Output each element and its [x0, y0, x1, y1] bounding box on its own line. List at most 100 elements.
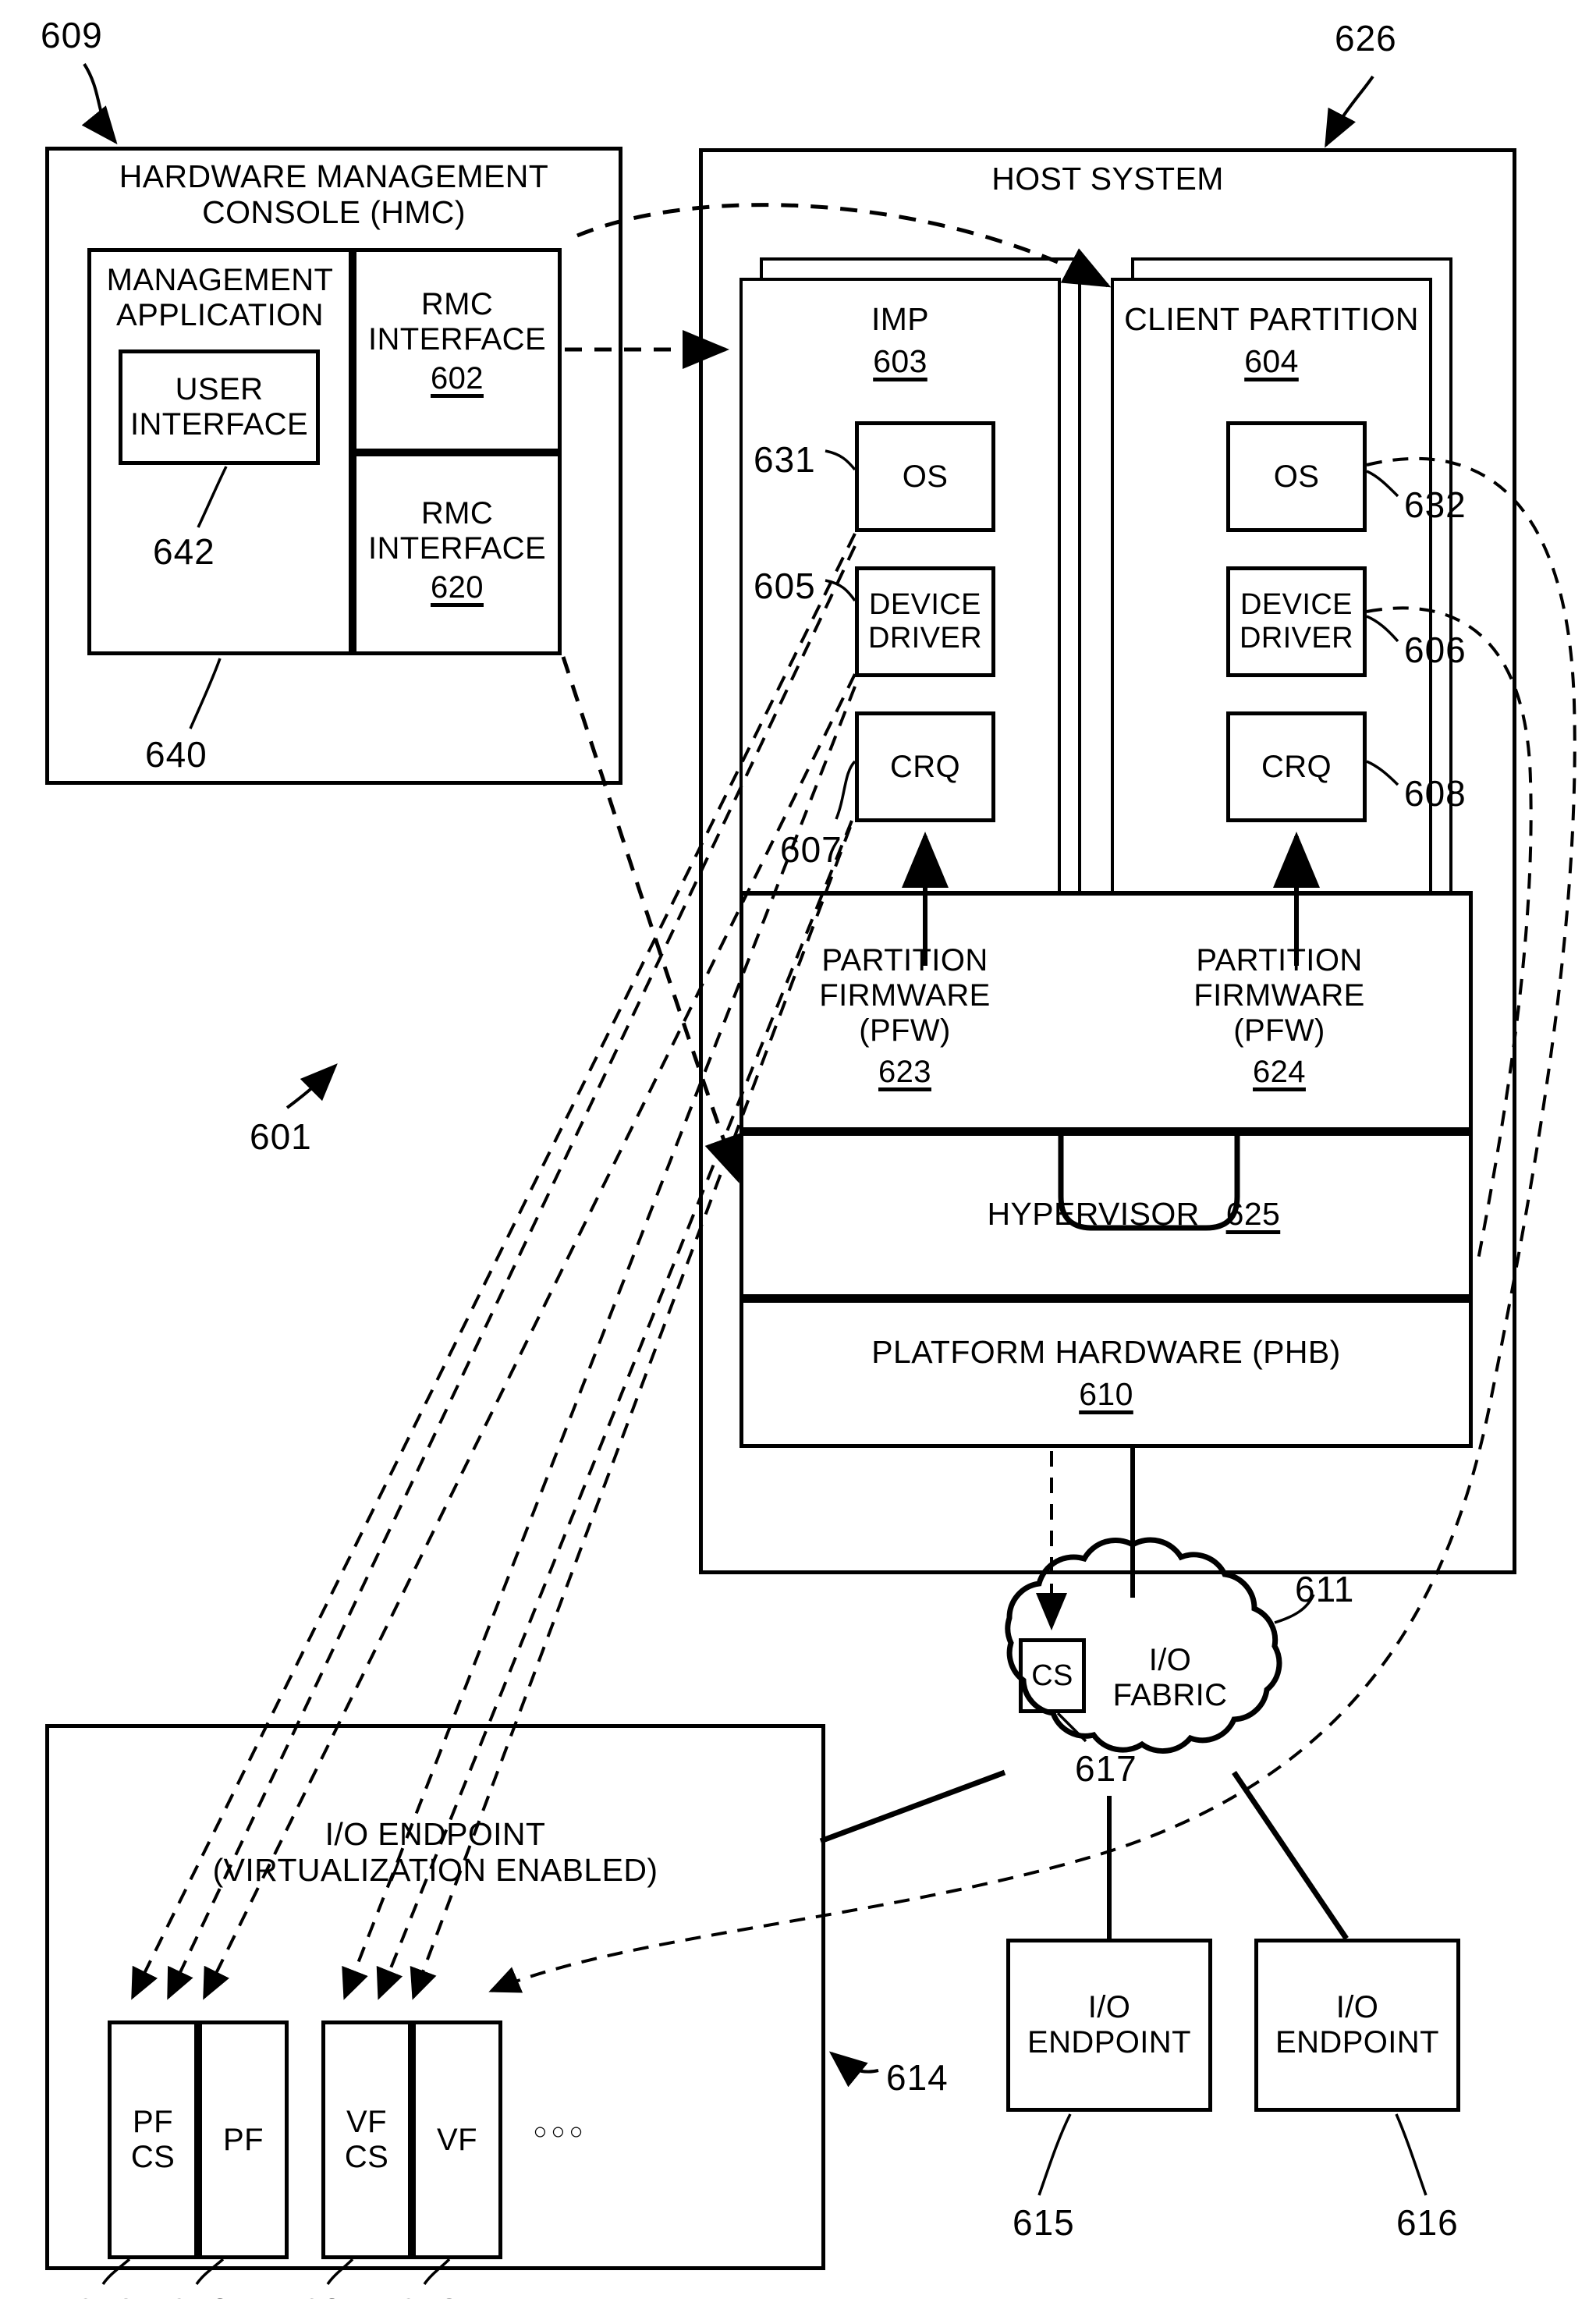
- ref-621: 621: [301, 2290, 364, 2299]
- client-partition-ref: 604: [1244, 343, 1299, 379]
- client-pfw-line1: PARTITION: [1196, 943, 1363, 978]
- vf-cs-line1: VF: [346, 2105, 387, 2140]
- pf-line1: PF: [223, 2122, 264, 2157]
- io-fabric-line2: FABRIC: [1112, 1678, 1228, 1712]
- leader-614: [828, 2051, 879, 2088]
- platform-hardware-label: PLATFORM HARDWARE (PHB) 610: [739, 1307, 1473, 1440]
- io-endpoint-615-label: I/O ENDPOINT: [1006, 1939, 1212, 2112]
- ref-619: 619: [75, 2290, 137, 2299]
- rmc-602-line2: INTERFACE: [367, 321, 547, 357]
- pf-cs-label: PF CS: [108, 2020, 198, 2259]
- vf-label: VF: [412, 2020, 502, 2259]
- client-partition-title-label: CLIENT PARTITION: [1124, 301, 1419, 338]
- platform-hardware-text: PLATFORM HARDWARE (PHB): [871, 1334, 1341, 1371]
- imp-ref: 603: [873, 343, 927, 379]
- io-endpoint-virtualized-title: I/O ENDPOINT (VIRTUALIZATION ENABLED): [45, 1810, 825, 1896]
- ref-611: 611: [1295, 1569, 1355, 1609]
- client-os-label: OS: [1226, 421, 1367, 532]
- vf-line1: VF: [437, 2122, 477, 2157]
- ref-614: 614: [886, 2057, 949, 2098]
- client-crq-label: CRQ: [1226, 711, 1367, 822]
- io-endpoint-616-line2: ENDPOINT: [1275, 2025, 1439, 2060]
- client-device-driver-label: DEVICE DRIVER: [1226, 566, 1367, 677]
- rmc-620-line2: INTERFACE: [367, 530, 547, 566]
- leader-615: [1037, 2113, 1072, 2196]
- imp-pfw-label: PARTITION FIRMWARE (PFW) 623: [749, 911, 1061, 1122]
- management-application-title: MANAGEMENT APPLICATION: [87, 259, 353, 337]
- host-system-title-label: HOST SYSTEM: [991, 161, 1224, 197]
- hmc-title-line1: HARDWARE MANAGEMENT: [119, 158, 549, 195]
- client-os-text: OS: [1273, 459, 1320, 494]
- hypervisor-ref: 625: [1225, 1196, 1281, 1233]
- leader-601: [286, 1063, 338, 1109]
- rmc-602-line1: RMC: [420, 286, 494, 321]
- imp-pfw-line1: PARTITION: [821, 943, 988, 978]
- io-endpoint-virtualized-line2: (VIRTUALIZATION ENABLED): [212, 1852, 658, 1888]
- leader-609: [81, 62, 118, 145]
- vf-cs-label: VF CS: [321, 2020, 412, 2259]
- client-dd-line2: DRIVER: [1240, 622, 1353, 655]
- imp-dd-line2: DRIVER: [868, 622, 982, 655]
- pf-label: PF: [198, 2020, 289, 2259]
- client-pfw-label: PARTITION FIRMWARE (PFW) 624: [1123, 911, 1435, 1122]
- ref-609: 609: [41, 15, 103, 55]
- leader-617: [1056, 1712, 1087, 1743]
- host-system-title: HOST SYSTEM: [699, 159, 1516, 200]
- io-endpoint-616-line1: I/O: [1335, 1990, 1379, 2025]
- client-partition-title: CLIENT PARTITION 604: [1111, 290, 1432, 392]
- imp-crq-label: CRQ: [855, 711, 995, 822]
- imp-title-label: IMP: [871, 301, 930, 338]
- leader-626: [1325, 75, 1374, 148]
- client-pfw-line3: (PFW): [1233, 1013, 1325, 1048]
- ref-608: 608: [1404, 773, 1467, 814]
- io-endpoint-616-label: I/O ENDPOINT: [1254, 1939, 1460, 2112]
- ref-616: 616: [1396, 2202, 1459, 2243]
- io-endpoint-615-line2: ENDPOINT: [1027, 2025, 1191, 2060]
- io-endpoint-615-line1: I/O: [1087, 1990, 1131, 2025]
- hypervisor-label: HYPERVISOR 625: [739, 1131, 1473, 1298]
- imp-pfw-ref: 623: [878, 1054, 931, 1089]
- functions-ellipsis: ○○○: [533, 2119, 587, 2145]
- client-dd-line1: DEVICE: [1240, 588, 1353, 622]
- ref-605: 605: [754, 566, 816, 606]
- ref-617: 617: [1075, 1748, 1137, 1789]
- ref-606: 606: [1404, 630, 1467, 670]
- imp-pfw-line2: FIRMWARE: [819, 978, 991, 1013]
- io-fabric-cs-label: CS: [1019, 1638, 1086, 1713]
- user-interface-label: USER INTERFACE: [119, 349, 320, 465]
- client-pfw-ref: 624: [1253, 1054, 1306, 1089]
- rmc-602-ref: 602: [431, 361, 484, 396]
- imp-partition-title: IMP 603: [739, 290, 1061, 392]
- rmc-interface-620-label: RMC INTERFACE 620: [353, 457, 562, 644]
- imp-device-driver-label: DEVICE DRIVER: [855, 566, 995, 677]
- io-endpoint-virtualized-line1: I/O ENDPOINT: [325, 1816, 546, 1853]
- imp-os-label: OS: [855, 421, 995, 532]
- patent-figure-601: HARDWARE MANAGEMENT CONSOLE (HMC) MANAGE…: [0, 0, 1596, 2299]
- rmc-interface-602-label: RMC INTERFACE 602: [353, 248, 562, 435]
- rmc-620-ref: 620: [431, 570, 484, 605]
- imp-pfw-line3: (PFW): [859, 1013, 951, 1048]
- client-crq-text: CRQ: [1261, 749, 1332, 784]
- pf-cs-line1: PF: [133, 2105, 173, 2140]
- hypervisor-text: HYPERVISOR: [987, 1196, 1200, 1233]
- vf-cs-line2: CS: [344, 2140, 389, 2174]
- imp-crq-text: CRQ: [889, 749, 961, 784]
- fabric-to-virtualized-endpoint-link: [819, 1769, 1006, 1844]
- ref-642: 642: [153, 531, 215, 572]
- fabric-to-endpoint-616-link: [1232, 1771, 1349, 1940]
- ref-601: 601: [250, 1116, 312, 1157]
- imp-dd-line1: DEVICE: [869, 588, 981, 622]
- ref-613: 613: [398, 2290, 460, 2299]
- ref-612: 612: [168, 2290, 231, 2299]
- pf-cs-line2: CS: [130, 2140, 176, 2174]
- io-fabric-label: I/O FABRIC: [1092, 1635, 1248, 1721]
- rmc-620-line1: RMC: [420, 495, 494, 530]
- platform-hardware-ref: 610: [1079, 1376, 1133, 1412]
- hmc-title: HARDWARE MANAGEMENT CONSOLE (HMC): [45, 156, 622, 234]
- io-fabric-cs-text: CS: [1031, 1659, 1073, 1692]
- io-fabric-line1: I/O: [1148, 1643, 1192, 1678]
- management-application-line2: APPLICATION: [116, 298, 324, 332]
- ref-626: 626: [1335, 18, 1397, 59]
- management-application-line1: MANAGEMENT: [106, 263, 334, 298]
- user-interface-line1: USER: [175, 372, 264, 407]
